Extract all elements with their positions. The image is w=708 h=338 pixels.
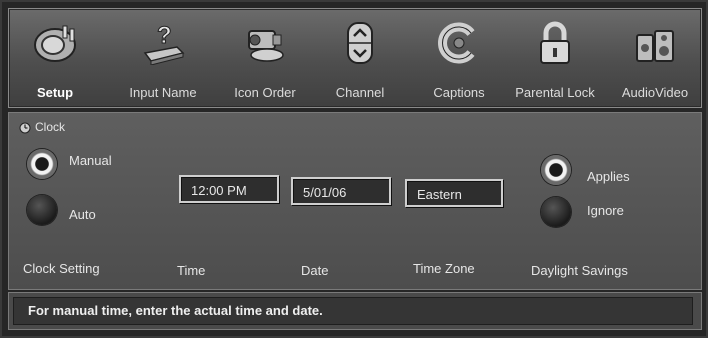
plug-icon bbox=[34, 25, 76, 62]
menu-toolbar: Setup ? Input Name Icon Order Channel Ca… bbox=[8, 8, 702, 108]
toolbar-item-label: AudioVideo bbox=[621, 85, 689, 100]
toolbar-item-parental-lock[interactable]: Parental Lock bbox=[503, 9, 607, 107]
daylight-ignore-label: Ignore bbox=[587, 203, 624, 218]
clock-settings-panel: Clock Manual Auto 12:00 PM 5/01/06 Easte… bbox=[8, 112, 702, 290]
question-device-icon: ? bbox=[143, 22, 185, 65]
toolbar-item-label: Channel bbox=[335, 85, 385, 100]
toolbar-item-label: Captions bbox=[433, 85, 485, 100]
speakers-icon bbox=[636, 30, 674, 62]
toolbar-item-label: Parental Lock bbox=[515, 85, 595, 100]
auto-radio[interactable] bbox=[27, 195, 57, 225]
daylight-savings-caption: Daylight Savings bbox=[531, 263, 628, 278]
clock-section-label: Clock bbox=[35, 120, 66, 134]
toolbar-item-audiovideo[interactable]: AudioVideo bbox=[611, 9, 699, 107]
toolbar-item-label: Icon Order bbox=[234, 85, 296, 100]
captions-icon bbox=[438, 22, 475, 64]
toolbar-item-channel[interactable]: Channel bbox=[321, 9, 399, 107]
date-caption: Date bbox=[301, 263, 329, 278]
date-field[interactable]: 5/01/06 bbox=[291, 177, 391, 205]
time-zone-caption: Time Zone bbox=[413, 261, 475, 276]
toolbar-item-setup[interactable]: Setup bbox=[13, 9, 97, 107]
clock-setting-caption: Clock Setting bbox=[23, 261, 100, 276]
daylight-ignore-radio[interactable] bbox=[541, 197, 571, 227]
svg-text:?: ? bbox=[157, 22, 172, 49]
time-caption: Time bbox=[177, 263, 206, 278]
toolbar-item-icon-order[interactable]: Icon Order bbox=[219, 9, 311, 107]
padlock-icon bbox=[540, 21, 570, 64]
toolbar-item-label: Setup bbox=[36, 85, 74, 100]
time-field[interactable]: 12:00 PM bbox=[179, 175, 279, 203]
setup-window: Setup ? Input Name Icon Order Channel Ca… bbox=[0, 0, 708, 338]
timezone-field[interactable]: Eastern bbox=[405, 179, 503, 207]
camcorder-icon bbox=[248, 30, 284, 62]
status-bar: For manual time, enter the actual time a… bbox=[8, 292, 702, 330]
daylight-applies-radio[interactable] bbox=[541, 155, 571, 185]
manual-radio-label: Manual bbox=[69, 153, 112, 168]
clock-icon bbox=[19, 122, 31, 134]
daylight-applies-label: Applies bbox=[587, 169, 630, 184]
channel-updown-icon bbox=[347, 22, 373, 64]
manual-radio[interactable] bbox=[27, 149, 57, 179]
toolbar-item-label: Input Name bbox=[129, 85, 197, 100]
status-message: For manual time, enter the actual time a… bbox=[13, 297, 693, 325]
auto-radio-label: Auto bbox=[69, 207, 96, 222]
toolbar-item-captions[interactable]: Captions bbox=[421, 9, 497, 107]
toolbar-item-input-name[interactable]: ? Input Name bbox=[115, 9, 211, 107]
